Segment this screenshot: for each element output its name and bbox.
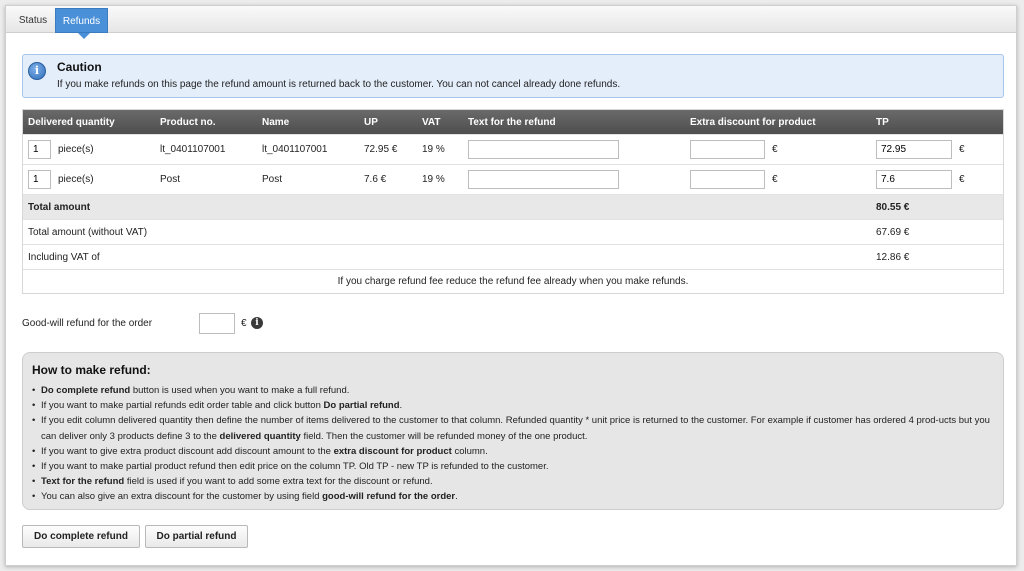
header-extra-discount: Extra discount for product <box>690 116 816 128</box>
header-up: UP <box>364 116 378 128</box>
unit-price: 72.95 € <box>364 144 398 155</box>
tab-refunds[interactable]: Refunds <box>55 8 108 39</box>
active-tab-pointer <box>78 33 90 39</box>
product-name: lt_0401107001 <box>262 144 328 155</box>
vat-rate: 19 % <box>422 144 445 155</box>
tp-input[interactable] <box>876 140 952 159</box>
header-product-no: Product no. <box>160 116 216 128</box>
vat-rate: 19 % <box>422 174 445 185</box>
without-vat-value: 67.69 € <box>876 226 910 238</box>
tab-status[interactable]: Status <box>10 8 56 33</box>
list-item: If you want to make partial refunds edit… <box>32 398 996 413</box>
table-row: piece(s) lt_0401107001 lt_0401107001 72.… <box>23 134 1003 164</box>
tp-currency: € <box>959 174 965 185</box>
refund-text-input[interactable] <box>468 170 619 189</box>
info-icon: i <box>28 62 46 80</box>
extra-discount-input[interactable] <box>690 140 765 159</box>
vat-value: 12.86 € <box>876 251 910 263</box>
without-vat-label: Total amount (without VAT) <box>28 226 148 238</box>
tab-bar: Status Refunds <box>6 6 1016 39</box>
goodwill-refund: Good-will refund for the order € i <box>22 313 322 335</box>
table-header: Delivered quantity Product no. Name UP V… <box>23 110 1003 134</box>
goodwill-currency: € <box>241 318 247 329</box>
header-name: Name <box>262 116 290 128</box>
header-text-for-refund: Text for the refund <box>468 116 556 128</box>
refund-text-input[interactable] <box>468 140 619 159</box>
header-tp: TP <box>876 116 889 128</box>
do-complete-refund-button[interactable]: Do complete refund <box>22 525 140 548</box>
goodwill-input[interactable] <box>199 313 235 334</box>
tp-currency: € <box>959 144 965 155</box>
quantity-unit: piece(s) <box>58 174 94 185</box>
discount-currency: € <box>772 144 778 155</box>
refund-fee-note: If you charge refund fee reduce the refu… <box>337 276 689 287</box>
info-icon[interactable]: i <box>251 317 263 329</box>
list-item: Do complete refund button is used when y… <box>32 383 996 398</box>
product-name: Post <box>262 174 283 185</box>
tab-refunds-label: Refunds <box>62 16 101 27</box>
discount-currency: € <box>772 174 778 185</box>
caution-text: If you make refunds on this page the ref… <box>57 79 621 90</box>
list-item: If you want to make partial product refu… <box>32 459 996 474</box>
refund-fee-note-row: If you charge refund fee reduce the refu… <box>23 269 1003 293</box>
delivered-quantity-input[interactable] <box>28 140 51 159</box>
without-vat-row: Total amount (without VAT) 67.69 € <box>23 219 1003 244</box>
product-no: Post <box>160 174 181 185</box>
list-item: You can also give an extra discount for … <box>32 489 996 504</box>
header-vat: VAT <box>422 116 441 128</box>
total-row: Total amount 80.55 € <box>23 194 1003 219</box>
delivered-quantity-input[interactable] <box>28 170 51 189</box>
caution-title: Caution <box>57 60 102 74</box>
howto-title: How to make refund: <box>32 363 151 377</box>
table-row: piece(s) Post Post 7.6 € 19 % € € <box>23 164 1003 194</box>
vat-row: Including VAT of 12.86 € <box>23 244 1003 269</box>
total-value: 80.55 € <box>876 201 910 213</box>
refund-panel: Status Refunds i Caution If you make ref… <box>5 5 1017 566</box>
do-partial-refund-button[interactable]: Do partial refund <box>145 525 248 548</box>
goodwill-label: Good-will refund for the order <box>22 318 153 329</box>
caution-box: i Caution If you make refunds on this pa… <box>22 54 1004 98</box>
list-item: If you want to give extra product discou… <box>32 444 996 459</box>
total-label: Total amount <box>28 201 91 213</box>
extra-discount-input[interactable] <box>690 170 765 189</box>
header-delivered-quantity: Delivered quantity <box>28 116 115 128</box>
list-item: If you edit column delivered quantity th… <box>32 413 996 443</box>
quantity-unit: piece(s) <box>58 144 94 155</box>
refund-table: Delivered quantity Product no. Name UP V… <box>22 109 1004 294</box>
vat-label: Including VAT of <box>28 251 100 263</box>
unit-price: 7.6 € <box>364 174 387 185</box>
howto-list: Do complete refund button is used when y… <box>32 383 996 505</box>
list-item: Text for the refund field is used if you… <box>32 474 996 489</box>
product-no: lt_0401107001 <box>160 144 226 155</box>
tp-input[interactable] <box>876 170 952 189</box>
howto-box: How to make refund: Do complete refund b… <box>22 352 1004 510</box>
